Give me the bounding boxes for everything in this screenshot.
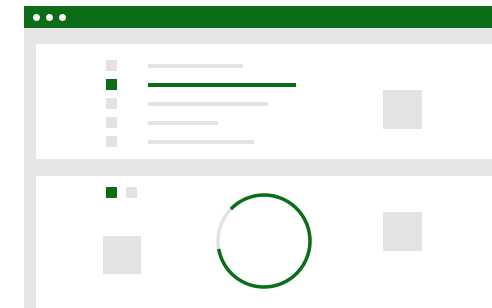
list-item-2-marker[interactable] <box>106 79 117 90</box>
window-control-dot-2[interactable] <box>46 14 53 21</box>
tab-2[interactable] <box>126 187 137 198</box>
list-item-3-marker[interactable] <box>106 98 117 109</box>
list-panel <box>36 44 492 159</box>
tab-1[interactable] <box>106 187 117 198</box>
list-item-1-line[interactable] <box>148 64 243 68</box>
window-control-dot-3[interactable] <box>59 14 66 21</box>
list-item-5-line[interactable] <box>148 140 254 144</box>
title-bar <box>24 6 492 28</box>
circular-progress <box>216 193 312 289</box>
image-placeholder-right <box>383 212 422 251</box>
app-window <box>24 6 492 308</box>
list-item-4-marker[interactable] <box>106 117 117 128</box>
list-item-1-marker[interactable] <box>106 60 117 71</box>
list-item-3-line[interactable] <box>148 102 268 106</box>
list-item-5-marker[interactable] <box>106 136 117 147</box>
window-control-dot-1[interactable] <box>33 14 40 21</box>
list-item-4-line[interactable] <box>148 121 218 125</box>
image-placeholder-left <box>103 236 141 274</box>
image-placeholder-top <box>383 90 422 129</box>
list-item-2-line[interactable] <box>148 83 296 87</box>
detail-panel <box>36 176 492 308</box>
